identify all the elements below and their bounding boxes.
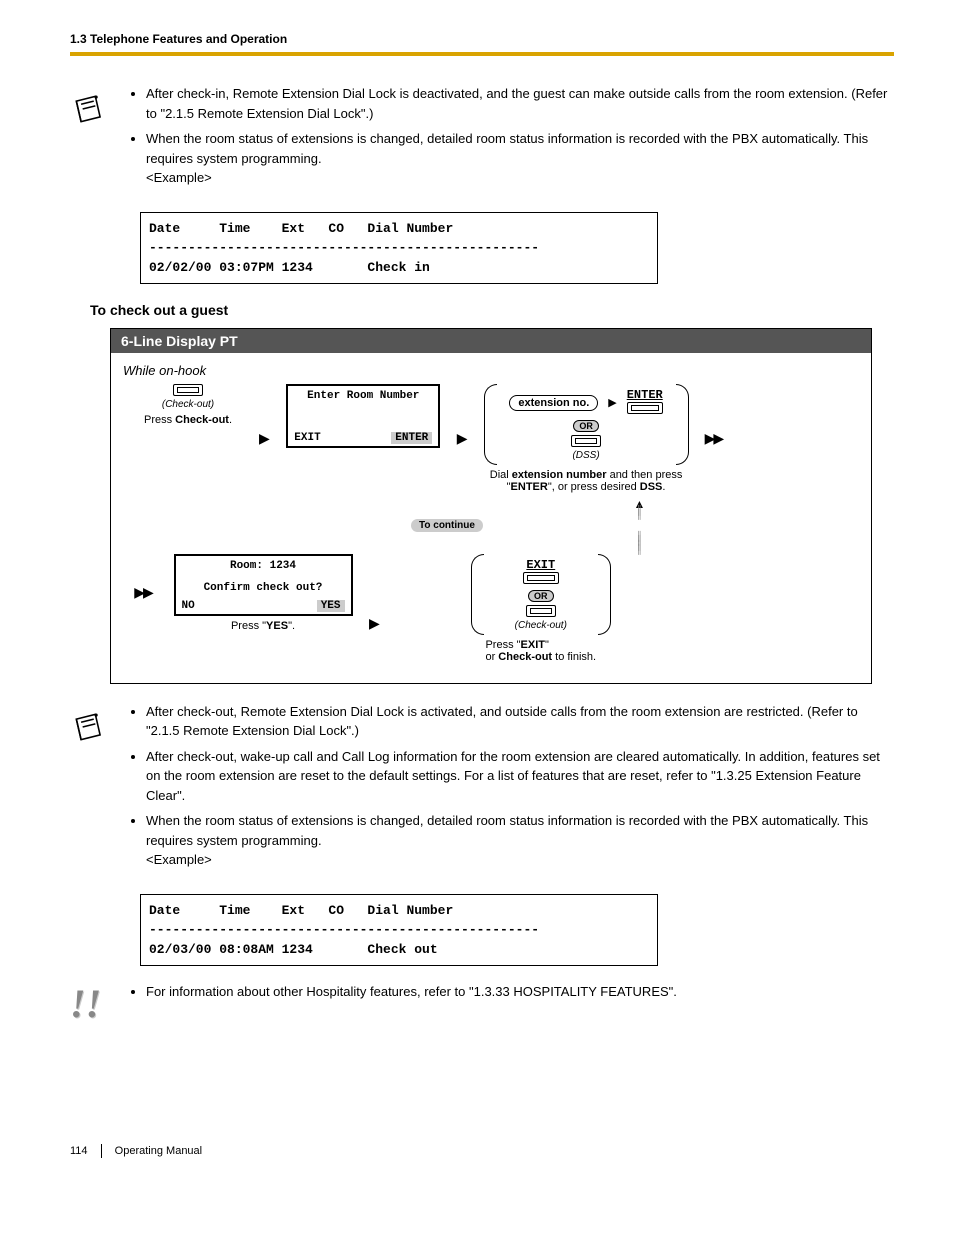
double-arrow-icon: ▶▶: [705, 430, 723, 447]
double-arrow-icon: ▶▶: [134, 584, 152, 601]
press-checkout-caption: Press Check-out.: [144, 414, 232, 426]
extension-no-label: extension no.: [509, 395, 598, 411]
dial-caption: Dial extension number and then press "EN…: [474, 469, 699, 493]
note1-bullet2: When the room status of extensions is ch…: [146, 129, 894, 188]
section-header: 1.3 Telephone Features and Operation: [70, 32, 894, 46]
page-number: 114: [70, 1145, 98, 1157]
screen-enter-room: Enter Room Number EXITENTER: [286, 384, 440, 448]
page-footer: 114 Operating Manual: [70, 1144, 894, 1158]
note2-bullet2: After check-out, wake-up call and Call L…: [146, 747, 894, 806]
or-pill: OR: [528, 590, 554, 602]
screen-confirm: Room: 1234 Confirm check out? NOYES: [174, 554, 353, 616]
dss-button-icon: (DSS): [494, 435, 679, 461]
option-group-exit: EXIT OR (Check-out): [471, 554, 611, 635]
flow-title: 6-Line Display PT: [111, 329, 871, 353]
flow-connector: ║║║║: [421, 534, 859, 552]
note2-bullet1: After check-out, Remote Extension Dial L…: [146, 702, 894, 741]
checkout-button-icon: (Check-out): [481, 605, 601, 631]
press-exit-caption: Press "EXIT"or Check-out to finish.: [485, 639, 596, 663]
enter-softkey: ENTER: [627, 388, 663, 417]
flow-diagram: 6-Line Display PT While on-hook (Check-o…: [110, 328, 872, 684]
press-yes-caption: Press "YES".: [231, 620, 295, 632]
note1-bullet1: After check-in, Remote Extension Dial Lo…: [146, 84, 894, 123]
flow-connector: ▲║║: [421, 501, 859, 517]
sub-heading: To check out a guest: [90, 302, 894, 318]
note2-bullet3: When the room status of extensions is ch…: [146, 811, 894, 870]
note-icon: [70, 84, 116, 194]
note-block-2: After check-out, Remote Extension Dial L…: [70, 702, 894, 876]
note-block-1: After check-in, Remote Extension Dial Lo…: [70, 84, 894, 194]
example-box-1: Date Time Ext CO Dial Number -----------…: [140, 212, 658, 285]
arrow-icon: ▶: [259, 430, 270, 447]
checkout-button-icon: (Check-out): [162, 384, 214, 410]
to-continue-pill: To continue: [411, 519, 483, 532]
note-icon: [70, 702, 116, 876]
example-box-2: Date Time Ext CO Dial Number -----------…: [140, 894, 658, 967]
arrow-icon: ▶: [608, 396, 616, 409]
option-group-ext-dss: extension no. ▶ ENTER OR (DSS): [484, 384, 689, 465]
exit-softkey: EXIT: [523, 558, 559, 587]
arrow-icon: ▶: [369, 615, 380, 632]
arrow-icon: ▶: [457, 430, 468, 447]
header-rule: [70, 52, 894, 56]
note3-bullet1: For information about other Hospitality …: [146, 982, 677, 1002]
or-pill: OR: [573, 420, 599, 432]
flow-hint: While on-hook: [123, 363, 859, 378]
footer-label: Operating Manual: [115, 1145, 202, 1157]
important-icon: !!: [70, 982, 116, 1024]
note-block-3: !! For information about other Hospitali…: [70, 982, 894, 1024]
